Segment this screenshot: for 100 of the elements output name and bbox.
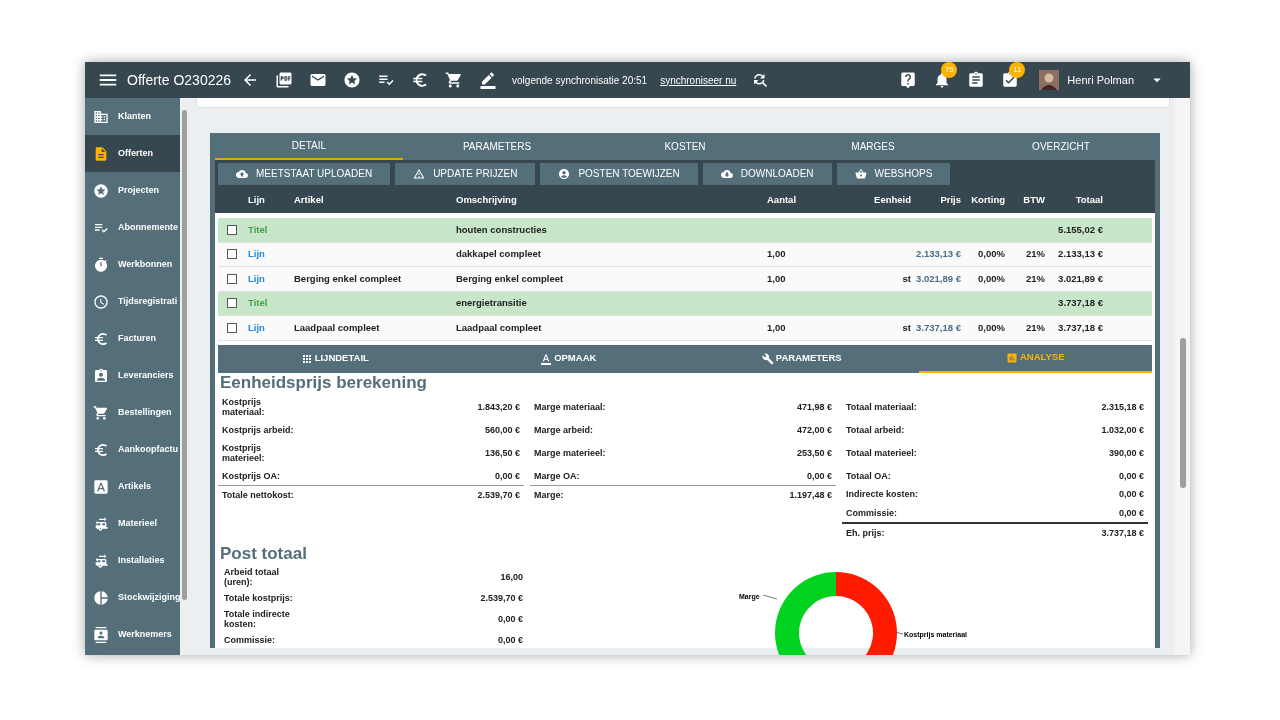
clipboard-icon[interactable] (967, 71, 986, 89)
cloud-download-icon (720, 167, 733, 180)
table-cell-text: 1,00 (766, 247, 787, 262)
cost-label: Commissie: (846, 507, 899, 518)
row-checkbox[interactable] (227, 273, 237, 284)
table-cell-text: Berging enkel compleet (455, 271, 565, 286)
row-checkbox[interactable] (227, 224, 237, 235)
tab[interactable]: PARAMETERS (685, 344, 919, 373)
building-icon (93, 108, 109, 125)
cost-label: Totale indirecte kosten: (224, 608, 291, 629)
action-button[interactable]: UPDATE PRIJZEN (395, 162, 536, 185)
cost-value: 1.032,00 € (1101, 424, 1144, 435)
page-title: Offerte O230226 (127, 70, 232, 90)
action-button[interactable]: MEETSTAAT UPLOADEN (218, 162, 391, 185)
cart-icon (93, 404, 109, 421)
sidebar-item[interactable]: Stockwijziging (85, 579, 180, 616)
sidebar-item[interactable]: Materieel (85, 505, 180, 542)
cost-value: 0,00 € (494, 470, 520, 481)
cost-value: 1.197,48 € (789, 489, 832, 500)
sidebar-item[interactable]: Klanten (85, 98, 180, 135)
user-name[interactable]: Henri Polman (1067, 71, 1134, 89)
sidebar-item[interactable]: Leveranciers (85, 357, 180, 394)
cost-label: Totale kostprijs: (224, 592, 294, 603)
trailer-icon (93, 515, 109, 532)
mail-icon[interactable] (309, 71, 328, 89)
table-cell-text: 3.021,89 € (915, 271, 962, 286)
clock-icon (93, 293, 109, 310)
cost-label: Kostprijs materiaal: (222, 396, 266, 417)
avatar[interactable] (1039, 70, 1060, 90)
sidebar-item[interactable]: Offerten (85, 135, 180, 172)
sidebar-item[interactable]: Bestellingen (85, 394, 180, 431)
sidebar-item[interactable]: Artikels (85, 468, 180, 505)
table-row[interactable]: Lijn dakkapel compleet 1,00 2.133,13 € 0,00% 21% 2.133,13 € (218, 242, 1152, 267)
cost-label: Marge arbeid: (534, 424, 594, 435)
trailer-icon (93, 552, 109, 569)
euro-icon (93, 441, 109, 458)
text-format-icon (540, 352, 553, 365)
pdf-icon[interactable] (275, 71, 294, 89)
table-row[interactable]: Lijn Laadpaal compleet Laadpaal compleet 1,00 st 3.737,18 € 0,00% 21% 3.737,18 € (218, 316, 1152, 341)
tab[interactable]: PARAMETERS (403, 133, 591, 160)
cart-icon[interactable] (445, 71, 464, 89)
column-header: BTW (1022, 192, 1046, 207)
euro-icon (93, 330, 109, 347)
tab[interactable]: MARGES (779, 133, 967, 160)
sidebar-item[interactable]: Facturen (85, 320, 180, 357)
cost-label: Marge materieel: (534, 447, 607, 458)
cost-label: Totaal OA: (846, 470, 892, 481)
star-icon[interactable] (343, 71, 362, 89)
grid-icon (300, 352, 313, 365)
table-cell-text: 0,00% (977, 271, 1006, 286)
tab[interactable]: OVERZICHT (967, 133, 1155, 160)
sidebar-item[interactable]: Aankoopfactu (85, 431, 180, 468)
cost-value: 0,00 € (1118, 470, 1144, 481)
sidebar-item[interactable]: Werknemers (85, 616, 180, 653)
table-row[interactable]: Lijn Berging enkel compleet Berging enkel compleet 1,00 st 3.021,89 € 0,00% 21% 3.021,89 € (218, 267, 1152, 292)
table-cell-text: Laadpaal compleet (293, 320, 381, 335)
sidebar-item[interactable]: Installaties (85, 542, 180, 579)
tab[interactable]: OPMAAK (451, 344, 685, 373)
column-header: Eenheid (873, 192, 912, 207)
row-checkbox[interactable] (227, 322, 237, 333)
action-button[interactable]: DOWNLOADEN (702, 162, 832, 185)
table-cell[interactable]: Lijn (246, 271, 292, 286)
table-cell-text: 21% (1025, 247, 1046, 262)
action-button[interactable]: WEBSHOPS (836, 162, 951, 185)
table-cell[interactable]: Lijn (246, 320, 292, 335)
table-row[interactable]: Titel houten constructies 5.155,02 € (218, 218, 1152, 243)
table-cell-text: Berging enkel compleet (293, 271, 403, 286)
cost-label: Kostprijs arbeid: (222, 424, 295, 435)
table-cell[interactable]: Lijn (246, 247, 292, 262)
sidebar-item[interactable]: Projecten (85, 172, 180, 209)
row-checkbox[interactable] (227, 298, 237, 309)
cost-label: Totaal materieel: (846, 447, 918, 458)
table-cell-text: 5.155,02 € (1057, 222, 1104, 237)
cost-label: Totaal materiaal: (846, 401, 918, 412)
table-row[interactable]: Titel energietransitie 3.737,18 € (218, 291, 1152, 316)
sidebar-item[interactable]: Werkbonnen (85, 246, 180, 283)
column-header: Totaal (1074, 192, 1104, 207)
cost-label: Arbeid totaal (uren): (224, 566, 280, 587)
tab[interactable]: ANALYSE (918, 344, 1152, 373)
column-header: Aantal (766, 192, 798, 207)
tab[interactable]: KOSTEN (591, 133, 779, 160)
sync-now-link[interactable]: synchroniseer nu (660, 72, 737, 88)
column-header: Omschrijving (455, 192, 518, 207)
pen-icon[interactable] (479, 71, 498, 89)
table-cell-text: 2.133,13 € (915, 247, 962, 262)
table-cell-text: 2.133,13 € (1057, 247, 1104, 262)
cost-value: 472,00 € (796, 424, 832, 435)
sidebar-item[interactable]: Abonnemente (85, 209, 180, 246)
tab[interactable]: LIJNDETAIL (218, 344, 452, 373)
cost-label: Kostprijs OA: (222, 470, 281, 481)
sidebar-item[interactable]: Tijdsregistrati (85, 283, 180, 320)
cost-label: Marge: (534, 489, 565, 500)
page-scrollbar[interactable] (1175, 98, 1190, 655)
column-header: Lijn (247, 192, 266, 207)
action-button[interactable]: POSTEN TOEWIJZEN (540, 162, 698, 185)
table-cell-text: 1,00 (766, 271, 787, 286)
help-icon[interactable] (899, 71, 918, 89)
row-checkbox[interactable] (227, 249, 237, 260)
search-icon[interactable] (751, 71, 770, 89)
sidebar-scrollbar[interactable] (180, 98, 188, 655)
